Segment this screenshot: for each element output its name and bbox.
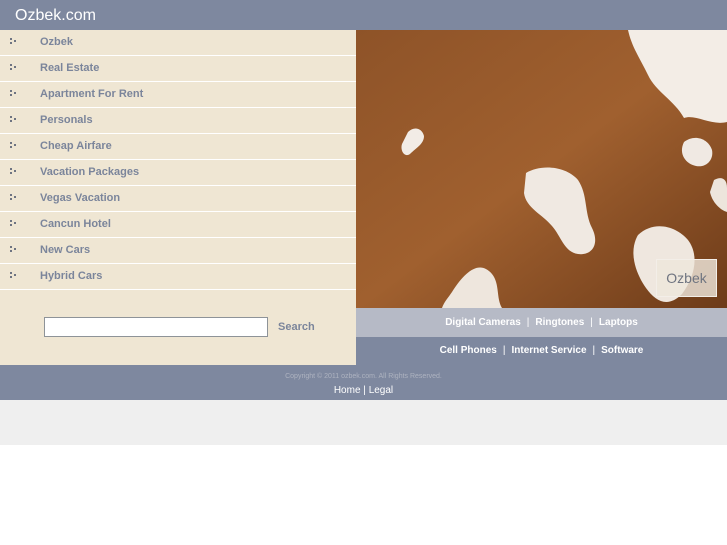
links-row-2: Cell Phones | Internet Service | Software bbox=[356, 337, 727, 365]
footer-link-home[interactable]: Home bbox=[334, 385, 361, 396]
sidebar-link-ozbek[interactable]: Ozbek bbox=[40, 36, 73, 49]
link-digital-cameras[interactable]: Digital Cameras bbox=[445, 317, 521, 328]
bullet-icon bbox=[10, 168, 18, 176]
header-bar: Ozbek.com bbox=[0, 0, 727, 30]
sidebar-link-vegas-vacation[interactable]: Vegas Vacation bbox=[40, 192, 120, 205]
search-input[interactable] bbox=[44, 317, 268, 337]
sidebar-link-new-cars[interactable]: New Cars bbox=[40, 244, 90, 257]
footer: Copyright © 2011 ozbek.com. All Rights R… bbox=[0, 365, 727, 400]
sidebar-item-personals: Personals bbox=[0, 108, 356, 134]
footer-links: Home | Legal bbox=[0, 385, 727, 397]
sidebar-link-vacation-packages[interactable]: Vacation Packages bbox=[40, 166, 139, 179]
sidebar-item-cheap-airfare: Cheap Airfare bbox=[0, 134, 356, 160]
link-internet-service[interactable]: Internet Service bbox=[511, 345, 586, 356]
bullet-icon bbox=[10, 38, 18, 46]
bullet-icon bbox=[10, 116, 18, 124]
bullet-icon bbox=[10, 142, 18, 150]
bullet-icon bbox=[10, 64, 18, 72]
footer-separator: | bbox=[363, 385, 366, 396]
sidebar-link-cheap-airfare[interactable]: Cheap Airfare bbox=[40, 140, 112, 153]
search-button[interactable]: Search bbox=[278, 321, 315, 333]
bullet-icon bbox=[10, 246, 18, 254]
sidebar-item-apartment-for-rent: Apartment For Rent bbox=[0, 82, 356, 108]
sidebar-item-real-estate: Real Estate bbox=[0, 56, 356, 82]
footer-link-legal[interactable]: Legal bbox=[369, 385, 393, 396]
sidebar-item-hybrid-cars: Hybrid Cars bbox=[0, 264, 356, 290]
sidebar-link-apartment-for-rent[interactable]: Apartment For Rent bbox=[40, 88, 143, 101]
bullet-icon bbox=[10, 272, 18, 280]
hero-badge: Ozbek bbox=[656, 259, 717, 297]
bottom-band bbox=[0, 400, 727, 445]
links-row-1: Digital Cameras | Ringtones | Laptops bbox=[356, 308, 727, 337]
sidebar-link-personals[interactable]: Personals bbox=[40, 114, 93, 127]
sidebar-item-cancun-hotel: Cancun Hotel bbox=[0, 212, 356, 238]
sidebar-link-hybrid-cars[interactable]: Hybrid Cars bbox=[40, 270, 102, 283]
link-separator: | bbox=[502, 345, 506, 356]
link-ringtones[interactable]: Ringtones bbox=[535, 317, 584, 328]
link-software[interactable]: Software bbox=[601, 345, 643, 356]
sidebar-link-cancun-hotel[interactable]: Cancun Hotel bbox=[40, 218, 111, 231]
hero-image: Ozbek bbox=[356, 30, 727, 308]
link-laptops[interactable]: Laptops bbox=[599, 317, 638, 328]
sidebar-item-vacation-packages: Vacation Packages bbox=[0, 160, 356, 186]
copyright-text: Copyright © 2011 ozbek.com. All Rights R… bbox=[285, 373, 442, 380]
bullet-icon bbox=[10, 220, 18, 228]
link-cell-phones[interactable]: Cell Phones bbox=[440, 345, 497, 356]
sidebar: Ozbek Real Estate Apartment For Rent Per… bbox=[0, 30, 356, 365]
sidebar-nav: Ozbek Real Estate Apartment For Rent Per… bbox=[0, 30, 356, 290]
bullet-icon bbox=[10, 90, 18, 98]
link-separator: | bbox=[592, 345, 596, 356]
sidebar-item-vegas-vacation: Vegas Vacation bbox=[0, 186, 356, 212]
link-separator: | bbox=[526, 317, 530, 328]
sidebar-item-new-cars: New Cars bbox=[0, 238, 356, 264]
sidebar-link-real-estate[interactable]: Real Estate bbox=[40, 62, 99, 75]
link-separator: | bbox=[590, 317, 593, 328]
sidebar-item-ozbek: Ozbek bbox=[0, 30, 356, 56]
site-title[interactable]: Ozbek.com bbox=[15, 6, 96, 26]
bullet-icon bbox=[10, 194, 18, 202]
